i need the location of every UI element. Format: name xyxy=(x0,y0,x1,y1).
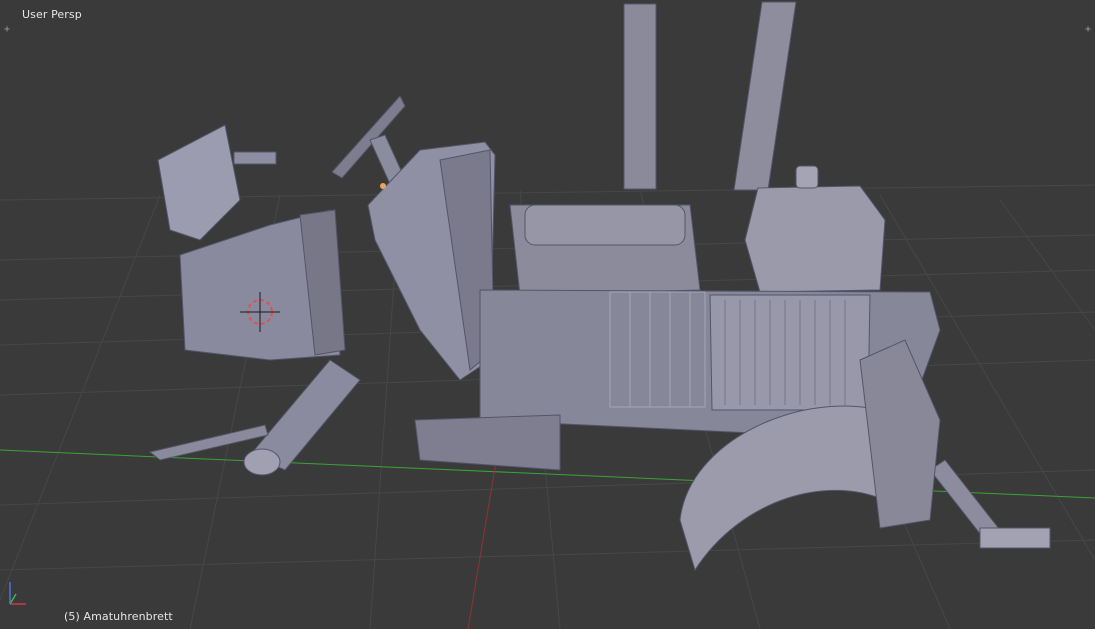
seat-back xyxy=(157,124,241,241)
3d-viewport[interactable]: User Persp (5) Amatuhrenbrett + + xyxy=(0,0,1095,629)
side-plate xyxy=(859,339,941,529)
hitch xyxy=(979,527,1051,549)
active-object-label: (5) Amatuhrenbrett xyxy=(64,610,173,623)
exhaust-pipe-left xyxy=(623,3,657,190)
radiator-grille xyxy=(709,294,871,411)
exhaust-pipe-right xyxy=(733,1,797,191)
engine-sump xyxy=(414,414,561,471)
plus-icon[interactable]: + xyxy=(1083,25,1093,35)
pto-end xyxy=(243,448,281,476)
tractor-mesh[interactable] xyxy=(148,1,1051,572)
object-origin-icon xyxy=(380,183,386,189)
axis-gizmo-icon xyxy=(9,582,26,605)
seat-armrest xyxy=(233,151,277,165)
fuel-tank xyxy=(744,185,886,293)
fuel-cap xyxy=(795,165,819,189)
engine-tank xyxy=(524,204,686,246)
y-axis-line xyxy=(467,449,499,629)
view-label: User Persp xyxy=(22,8,82,21)
plus-icon[interactable]: + xyxy=(2,25,12,35)
scene-canvas[interactable] xyxy=(0,0,1095,629)
